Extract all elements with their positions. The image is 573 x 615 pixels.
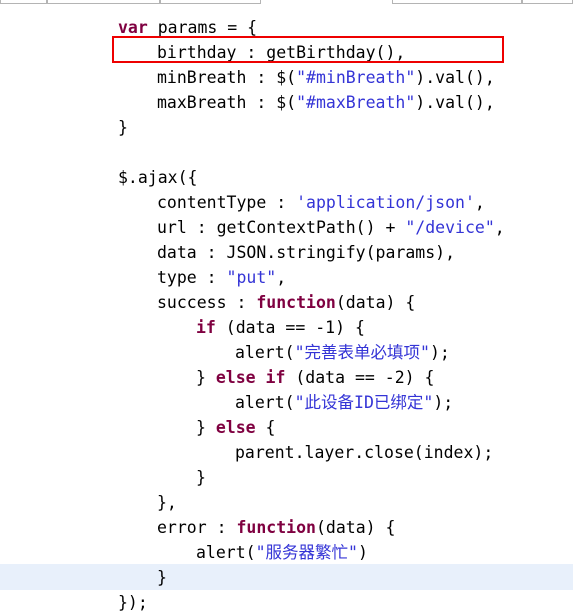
code-token-str: "此设备ID已绑定" xyxy=(294,393,434,412)
code-line[interactable]: contentType : 'application/json', xyxy=(0,190,573,215)
code-token-plain: , xyxy=(494,218,505,237)
code-token-plain: ) xyxy=(357,543,368,562)
code-line[interactable]: } xyxy=(0,565,573,590)
code-token-kw: if xyxy=(196,318,216,337)
code-token-plain: minBreath : $( xyxy=(157,68,297,87)
code-token-plain: alert( xyxy=(235,343,295,362)
code-line[interactable]: if (data == -1) { xyxy=(0,315,573,340)
chrome-edge-1 xyxy=(46,0,161,4)
code-token-plain: ).val(), xyxy=(415,68,495,87)
code-token-plain: ).val(), xyxy=(415,93,495,112)
code-token-kw: else xyxy=(215,418,256,437)
code-token-plain: }); xyxy=(118,593,148,612)
code-line[interactable] xyxy=(0,140,573,165)
code-token-plain: birthday : getBirthday(), xyxy=(157,43,406,62)
code-line[interactable]: var params = { xyxy=(0,15,573,40)
code-line[interactable]: alert("完善表单必填项"); xyxy=(0,340,573,365)
code-line[interactable]: alert("此设备ID已绑定"); xyxy=(0,390,573,415)
code-token-str: "/device" xyxy=(405,218,495,237)
code-line[interactable]: url : getContextPath() + "/device", xyxy=(0,215,573,240)
code-token-str: "#maxBreath" xyxy=(296,93,416,112)
code-token-plain: , xyxy=(474,193,485,212)
code-token-plain: }, xyxy=(157,493,177,512)
code-token-plain: maxBreath : $( xyxy=(157,93,297,112)
code-line[interactable]: error : function(data) { xyxy=(0,515,573,540)
code-token-plain: } xyxy=(157,568,167,587)
code-token-plain: data : JSON.stringify(params), xyxy=(157,243,456,262)
code-line[interactable]: } xyxy=(0,465,573,490)
code-token-kw: var xyxy=(118,18,148,37)
code-token-kw: function xyxy=(236,518,316,537)
code-token-plain: (data) { xyxy=(335,293,416,312)
code-line[interactable]: } xyxy=(0,115,573,140)
code-token-plain: (data == -2) { xyxy=(285,368,435,387)
chrome-edge-4 xyxy=(522,0,573,4)
code-token-plain: (data) { xyxy=(315,518,396,537)
code-line[interactable]: success : function(data) { xyxy=(0,290,573,315)
code-line[interactable]: parent.layer.close(index); xyxy=(0,440,573,465)
code-token-plain: (data == -1) { xyxy=(215,318,365,337)
code-token-plain: ); xyxy=(429,343,450,362)
code-line[interactable]: } else { xyxy=(0,415,573,440)
chrome-edge-0 xyxy=(0,0,47,4)
code-line[interactable]: } else if (data == -2) { xyxy=(0,365,573,390)
code-line[interactable]: }, xyxy=(0,490,573,515)
code-token-plain: { xyxy=(255,418,276,437)
code-token-str: "#minBreath" xyxy=(296,68,416,87)
code-token-plain: } xyxy=(196,418,216,437)
code-token-str: "put" xyxy=(226,268,277,287)
code-editor-viewport[interactable]: var params = { birthday : getBirthday(), m… xyxy=(0,5,573,612)
code-token-plain: type : xyxy=(157,268,227,287)
chrome-edge-3 xyxy=(391,0,523,4)
code-token-plain: alert( xyxy=(196,543,256,562)
code-token-plain: parent.layer.close(index); xyxy=(235,443,494,462)
code-token-plain: contentType : xyxy=(157,193,297,212)
code-token-kw: else if xyxy=(215,368,286,387)
code-token-plain: error : xyxy=(157,518,237,537)
code-line[interactable]: data : JSON.stringify(params), xyxy=(0,240,573,265)
code-line[interactable]: }); xyxy=(0,590,573,615)
code-line[interactable]: type : "put", xyxy=(0,265,573,290)
code-token-plain: } xyxy=(118,118,128,137)
code-token-str: "服务器繁忙" xyxy=(255,543,358,562)
code-token-plain: } xyxy=(196,368,216,387)
code-token-str: "完善表单必填项" xyxy=(294,343,430,362)
code-token-plain: ); xyxy=(433,393,454,412)
code-token-plain: params = { xyxy=(147,18,258,37)
code-token-plain: url : getContextPath() + xyxy=(157,218,406,237)
code-line[interactable]: alert("服务器繁忙") xyxy=(0,540,573,565)
code-token-plain: } xyxy=(196,468,206,487)
code-token-plain: , xyxy=(276,268,287,287)
code-line[interactable]: maxBreath : $("#maxBreath").val(), xyxy=(0,90,573,115)
code-line[interactable]: minBreath : $("#minBreath").val(), xyxy=(0,65,573,90)
code-token-plain: $.ajax({ xyxy=(118,168,198,187)
code-token-plain: alert( xyxy=(235,393,295,412)
code-token-str: 'application/json' xyxy=(296,193,475,212)
code-line[interactable]: $.ajax({ xyxy=(0,165,573,190)
code-token-plain: success : xyxy=(157,293,257,312)
code-line[interactable]: birthday : getBirthday(), xyxy=(0,40,573,65)
code-token-kw: function xyxy=(256,293,336,312)
chrome-edge-2 xyxy=(160,0,262,4)
